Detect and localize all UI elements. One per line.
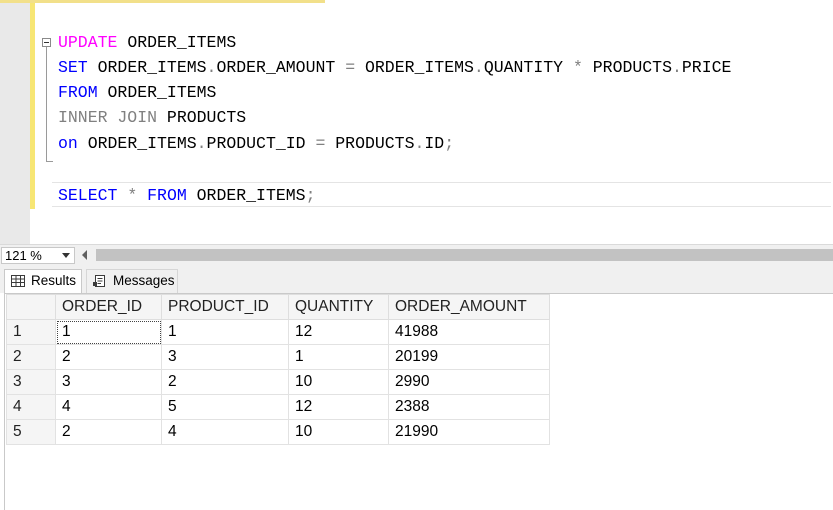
grid-cell[interactable]: 1 xyxy=(161,319,289,345)
column-header[interactable]: QUANTITY xyxy=(288,294,389,320)
code-line-4[interactable]: INNER JOIN PRODUCTS xyxy=(58,105,246,130)
table-row: 3 3 2 10 2990 xyxy=(6,369,550,395)
grid-cell[interactable]: 1 xyxy=(288,344,389,370)
code-token: PRICE xyxy=(681,58,732,77)
query-editor[interactable]: UPDATE ORDER_ITEMS SET ORDER_ITEMS.ORDER… xyxy=(0,0,833,244)
code-token: PRODUCTS xyxy=(582,58,672,77)
code-token: . xyxy=(196,134,207,153)
row-number[interactable]: 3 xyxy=(6,369,56,395)
chevron-down-icon xyxy=(62,253,70,258)
table-row: 5 2 4 10 21990 xyxy=(6,419,550,445)
collapse-guide-line xyxy=(46,47,47,162)
grid-cell[interactable]: 5 xyxy=(161,394,289,420)
code-token: FROM xyxy=(147,186,187,205)
code-token: FROM xyxy=(58,83,98,102)
code-token: ORDER_ITEMS xyxy=(355,58,474,77)
code-token: ORDER_ITEMS xyxy=(77,134,197,153)
code-token: ; xyxy=(305,186,316,205)
grid-cell[interactable]: 2388 xyxy=(388,394,550,420)
code-line-2[interactable]: SET ORDER_ITEMS.ORDER_AMOUNT = ORDER_ITE… xyxy=(58,55,731,80)
editor-status-bar: 121 % xyxy=(0,244,833,265)
code-token: QUANTITY xyxy=(483,58,573,77)
column-header[interactable]: ORDER_AMOUNT xyxy=(388,294,550,320)
zoom-dropdown[interactable]: 121 % xyxy=(1,247,75,264)
grid-corner-cell[interactable] xyxy=(6,294,56,320)
row-number[interactable]: 4 xyxy=(6,394,56,420)
code-line-3[interactable]: FROM ORDER_ITEMS xyxy=(58,80,216,105)
results-grid: ORDER_ID PRODUCT_ID QUANTITY ORDER_AMOUN… xyxy=(6,294,550,445)
table-row: 2 2 3 1 20199 xyxy=(6,344,550,370)
grid-cell[interactable]: 2 xyxy=(161,369,289,395)
code-token: PRODUCT_ID xyxy=(206,134,316,153)
zoom-value: 121 % xyxy=(5,248,42,263)
code-token: PRODUCTS xyxy=(325,134,415,153)
grid-cell[interactable]: 41988 xyxy=(388,319,550,345)
tab-messages-label: Messages xyxy=(113,273,175,288)
grid-cell[interactable]: 2 xyxy=(55,419,162,445)
column-header[interactable]: ORDER_ID xyxy=(55,294,162,320)
code-token: * xyxy=(127,186,138,205)
grid-cell[interactable]: 20199 xyxy=(388,344,550,370)
collapse-guide-end xyxy=(46,161,53,162)
tab-results-label: Results xyxy=(31,273,77,288)
code-token: UPDATE xyxy=(58,33,118,52)
grid-cell[interactable]: 1 xyxy=(55,319,162,345)
grid-cell[interactable]: 4 xyxy=(55,394,162,420)
code-token: = xyxy=(345,58,356,77)
column-header[interactable]: PRODUCT_ID xyxy=(161,294,289,320)
grid-cell[interactable]: 2990 xyxy=(388,369,550,395)
code-token: ID xyxy=(424,134,445,153)
grid-icon xyxy=(11,275,25,287)
code-token: . xyxy=(206,58,217,77)
code-token: * xyxy=(572,58,583,77)
code-token: INNER JOIN xyxy=(58,108,158,127)
row-number[interactable]: 5 xyxy=(6,419,56,445)
code-line-7-current[interactable]: SELECT * FROM ORDER_ITEMS; xyxy=(52,182,831,207)
code-token: . xyxy=(414,134,425,153)
code-line-5[interactable]: on ORDER_ITEMS.PRODUCT_ID = PRODUCTS.ID; xyxy=(58,131,454,156)
collapse-toggle-icon[interactable] xyxy=(42,38,51,47)
grid-cell[interactable]: 3 xyxy=(161,344,289,370)
results-grid-area: ORDER_ID PRODUCT_ID QUANTITY ORDER_AMOUN… xyxy=(4,293,833,510)
row-number[interactable]: 2 xyxy=(6,344,56,370)
code-token: ; xyxy=(444,134,455,153)
code-token: PRODUCTS xyxy=(157,108,247,127)
grid-cell[interactable]: 10 xyxy=(288,369,389,395)
tab-results[interactable]: Results xyxy=(4,269,82,293)
grid-cell[interactable]: 12 xyxy=(288,319,389,345)
scroll-left-arrow-icon[interactable] xyxy=(82,250,87,260)
change-indicator-bar xyxy=(30,3,35,209)
code-token: ORDER_ITEMS xyxy=(117,33,237,52)
horizontal-scrollbar-thumb[interactable] xyxy=(96,249,833,261)
code-line-1[interactable]: UPDATE ORDER_ITEMS xyxy=(58,30,236,55)
grid-cell[interactable]: 12 xyxy=(288,394,389,420)
code-token: . xyxy=(671,58,682,77)
code-token: ORDER_ITEMS xyxy=(186,186,306,205)
code-token: ORDER_ITEMS xyxy=(87,58,207,77)
code-token: ORDER_AMOUNT xyxy=(216,58,346,77)
code-token: . xyxy=(473,58,484,77)
code-token: on xyxy=(58,134,78,153)
editor-top-accent xyxy=(0,0,325,3)
grid-cell[interactable]: 2 xyxy=(55,344,162,370)
grid-cell[interactable]: 4 xyxy=(161,419,289,445)
grid-cell[interactable]: 3 xyxy=(55,369,162,395)
results-tab-strip: Results Messages xyxy=(0,265,833,293)
grid-cell[interactable]: 21990 xyxy=(388,419,550,445)
table-row: 1 1 1 12 41988 xyxy=(6,319,550,345)
code-token: SET xyxy=(58,58,88,77)
code-token: ORDER_ITEMS xyxy=(97,83,217,102)
table-row: 4 4 5 12 2388 xyxy=(6,394,550,420)
messages-icon xyxy=(93,275,105,287)
grid-cell[interactable]: 10 xyxy=(288,419,389,445)
row-number[interactable]: 1 xyxy=(6,319,56,345)
grid-header-row: ORDER_ID PRODUCT_ID QUANTITY ORDER_AMOUN… xyxy=(6,294,550,320)
code-token: = xyxy=(315,134,326,153)
tab-messages[interactable]: Messages xyxy=(86,269,178,293)
code-token: SELECT xyxy=(58,186,118,205)
editor-gutter xyxy=(0,3,30,244)
